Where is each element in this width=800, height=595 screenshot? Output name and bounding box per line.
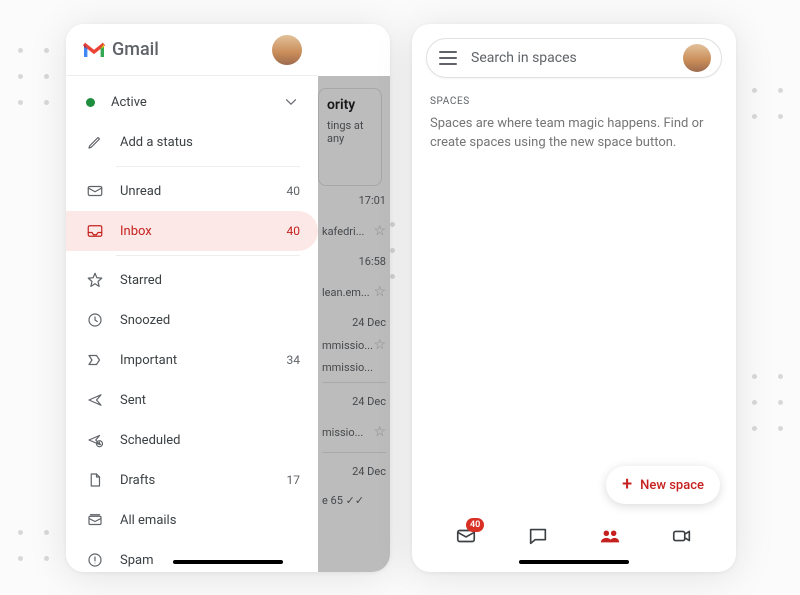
gmail-logo: Gmail xyxy=(82,39,159,60)
drawer-overlay[interactable] xyxy=(318,76,390,572)
search-placeholder: Search in spaces xyxy=(471,50,683,66)
drawer-divider xyxy=(116,166,300,167)
app-label: Gmail xyxy=(112,39,159,60)
fab-label: New space xyxy=(640,478,704,493)
add-status-row[interactable]: Add a status xyxy=(66,122,318,162)
sidebar-item-sent[interactable]: Sent xyxy=(66,380,318,420)
sidebar-item-scheduled[interactable]: Scheduled xyxy=(66,420,318,460)
home-indicator xyxy=(173,560,283,564)
status-row[interactable]: Active xyxy=(66,82,318,122)
send-icon xyxy=(86,391,104,409)
spam-icon xyxy=(86,551,104,569)
sidebar-item-inbox[interactable]: Inbox 40 xyxy=(66,211,318,251)
drawer-divider xyxy=(116,255,300,256)
sidebar-item-spam[interactable]: Spam xyxy=(66,540,318,572)
chevron-down-icon xyxy=(282,93,300,111)
sidebar-item-important[interactable]: Important 34 xyxy=(66,340,318,380)
nav-spaces[interactable] xyxy=(596,522,624,550)
star-icon xyxy=(86,271,104,289)
sidebar-item-unread[interactable]: Unread 40 xyxy=(66,171,318,211)
avatar[interactable] xyxy=(683,44,711,72)
spaces-phone: Search in spaces SPACES Spaces are where… xyxy=(412,24,736,572)
sidebar-item-drafts[interactable]: Drafts 17 xyxy=(66,460,318,500)
add-status-label: Add a status xyxy=(120,135,300,150)
sidebar-item-starred[interactable]: Starred xyxy=(66,260,318,300)
scheduled-icon xyxy=(86,431,104,449)
status-label: Active xyxy=(111,95,282,110)
status-active-dot xyxy=(86,98,95,107)
clock-icon xyxy=(86,311,104,329)
avatar[interactable] xyxy=(272,35,302,65)
nav-drawer: Gmail Active Add a status xyxy=(66,24,318,572)
envelope-icon xyxy=(86,182,104,200)
plus-icon: + xyxy=(622,476,632,494)
nav-meet[interactable] xyxy=(668,522,696,550)
gmail-drawer-phone: ority tings at any 17:01 kafedri...☆ 16:… xyxy=(66,24,390,572)
phone-bg: ority tings at any 17:01 kafedri...☆ 16:… xyxy=(66,24,390,572)
gmail-logo-icon xyxy=(82,41,106,59)
nav-mail[interactable]: 40 xyxy=(452,522,480,550)
inbox-icon xyxy=(86,222,104,240)
document-icon xyxy=(86,471,104,489)
bottom-nav: 40 xyxy=(412,514,736,558)
home-indicator xyxy=(519,560,629,564)
stack-mail-icon xyxy=(86,511,104,529)
hamburger-icon[interactable] xyxy=(439,51,457,65)
new-space-fab[interactable]: + New space xyxy=(606,466,720,504)
sidebar-item-snoozed[interactable]: Snoozed xyxy=(66,300,318,340)
sidebar-item-all-emails[interactable]: All emails xyxy=(66,500,318,540)
drawer-header: Gmail xyxy=(66,24,318,76)
nav-chat[interactable] xyxy=(524,522,552,550)
mail-badge: 40 xyxy=(466,518,484,532)
spaces-description: Spaces are where team magic happens. Fin… xyxy=(430,115,718,153)
pencil-icon xyxy=(86,133,104,151)
spaces-section-label: SPACES xyxy=(430,96,718,107)
important-icon xyxy=(86,351,104,369)
search-bar[interactable]: Search in spaces xyxy=(426,38,722,78)
